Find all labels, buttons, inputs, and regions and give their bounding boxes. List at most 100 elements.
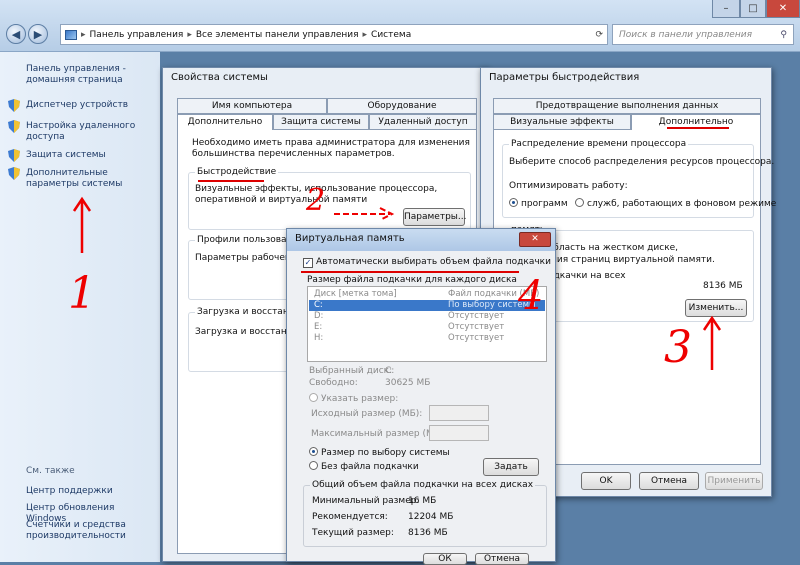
row-disk: D: xyxy=(314,311,324,321)
address-bar[interactable]: ▸ Панель управления ▸ Все элементы панел… xyxy=(60,24,608,45)
close-button[interactable]: ✕ xyxy=(766,0,800,18)
close-button[interactable]: ✕ xyxy=(519,232,551,247)
radio-icon xyxy=(309,461,318,470)
cpu-description: Выберите способ распределения ресурсов п… xyxy=(509,157,775,167)
radio-icon xyxy=(309,393,318,402)
search-input[interactable]: Поиск в панели управления ⚲ xyxy=(612,24,794,45)
window-title: Виртуальная память xyxy=(287,229,555,251)
cancel-button[interactable]: Отмена xyxy=(475,553,529,565)
services-radio[interactable]: служб, работающих в фоновом режиме xyxy=(575,198,776,209)
set-button[interactable]: Задать xyxy=(483,458,539,476)
current-size-value: 8136 МБ xyxy=(408,528,448,538)
selected-disk-value: C: xyxy=(385,366,395,376)
see-also-support-center[interactable]: Центр поддержки xyxy=(26,486,154,497)
annotation-arrow-up-icon xyxy=(72,196,92,253)
tab-computer-name[interactable]: Имя компьютера xyxy=(177,98,327,114)
total-group-title: Общий объем файла подкачки на всех диска… xyxy=(310,480,536,490)
sidebar-home-link[interactable]: Панель управления - домашняя страница xyxy=(26,64,154,86)
breadcrumb-item[interactable]: Панель управления xyxy=(90,30,184,40)
radio-selected-icon xyxy=(509,198,518,207)
table-row[interactable]: D: Отсутствует xyxy=(309,311,545,322)
tab-hardware[interactable]: Оборудование xyxy=(327,98,477,114)
profiles-group-title: Профили пользовате xyxy=(195,235,300,245)
annotation-number-2: 2 xyxy=(306,183,326,218)
back-button[interactable]: ◀ xyxy=(6,24,26,44)
admin-note: Необходимо иметь права администратора дл… xyxy=(192,138,470,159)
custom-size-label: Указать размер: xyxy=(321,394,399,404)
back-arrow-icon: ◀ xyxy=(11,27,21,41)
window-title: Свойства системы xyxy=(171,72,268,83)
cpu-scheduling-group: Распределение времени процессора Выберит… xyxy=(502,139,776,218)
custom-size-radio[interactable]: Указать размер: xyxy=(309,393,398,404)
annotation-number-1: 1 xyxy=(68,268,96,319)
refresh-icon[interactable]: ⟳ xyxy=(595,30,603,40)
initial-size-input[interactable] xyxy=(429,405,489,421)
row-disk: E: xyxy=(314,322,323,332)
current-size-label: Текущий размер: xyxy=(312,528,394,538)
breadcrumb-separator-icon: ▸ xyxy=(187,29,192,40)
annotation-number-3: 3 xyxy=(664,322,692,373)
breadcrumb-item[interactable]: Система xyxy=(371,30,411,40)
annotation-underline xyxy=(301,271,519,273)
row-size: Отсутствует xyxy=(448,322,505,332)
disk-list[interactable]: Диск [метка тома] Файл подкачки (МБ) C: … xyxy=(307,286,547,362)
tab-advanced[interactable]: Дополнительно xyxy=(177,114,273,130)
table-row[interactable]: E: Отсутствует xyxy=(309,322,545,333)
search-placeholder: Поиск в панели управления xyxy=(619,29,752,40)
no-pagefile-radio[interactable]: Без файла подкачки xyxy=(309,461,419,472)
apply-button[interactable]: Применить xyxy=(705,472,763,490)
sidebar-item-remote-access[interactable]: Настройка удаленного доступа xyxy=(26,121,154,143)
forward-button[interactable]: ▶ xyxy=(28,24,48,44)
shield-icon xyxy=(8,167,20,180)
shield-icon xyxy=(8,120,20,133)
sidebar-item-system-protection[interactable]: Защита системы xyxy=(26,150,154,161)
row-size: Отсутствует xyxy=(448,311,505,321)
row-size: Отсутствует xyxy=(448,333,505,343)
table-row[interactable]: H: Отсутствует xyxy=(309,333,545,344)
see-also-title: См. также xyxy=(26,466,75,476)
col-disk-header: Диск [метка тома] xyxy=(314,289,397,299)
breadcrumb-separator-icon: ▸ xyxy=(362,29,368,40)
row-disk: H: xyxy=(314,333,324,343)
vm-total-value: 8136 МБ xyxy=(703,281,743,291)
annotation-arrow-up-icon xyxy=(702,315,722,370)
annotation-underline xyxy=(198,180,264,182)
ok-button[interactable]: OK xyxy=(581,472,631,490)
control-panel-icon xyxy=(65,29,77,40)
performance-settings-button[interactable]: Параметры... xyxy=(403,208,466,226)
see-also-performance-tools[interactable]: Счетчики и средства производительности xyxy=(26,520,154,542)
table-row[interactable]: C: По выбору системы xyxy=(309,300,545,311)
recommended-value: 12204 МБ xyxy=(408,512,454,522)
performance-description: Визуальные эффекты, использование процес… xyxy=(195,184,438,205)
system-size-radio[interactable]: Размер по выбору системы xyxy=(309,447,450,458)
no-pagefile-label: Без файла подкачки xyxy=(321,462,419,472)
tab-data-execution-prevention[interactable]: Предотвращение выполнения данных xyxy=(493,98,761,114)
sidebar-item-device-manager[interactable]: Диспетчер устройств xyxy=(26,100,154,111)
minimize-button[interactable]: – xyxy=(712,0,740,18)
tab-remote-access[interactable]: Удаленный доступ xyxy=(369,114,477,130)
tab-system-protection[interactable]: Защита системы xyxy=(273,114,369,130)
breadcrumb-item[interactable]: Все элементы панели управления xyxy=(196,30,359,40)
explorer-toolbar: – □ ✕ ◀ ▶ ▸ Панель управления ▸ Все элем… xyxy=(0,0,800,52)
search-icon: ⚲ xyxy=(780,29,787,40)
min-size-value: 16 МБ xyxy=(408,496,437,506)
min-size-label: Минимальный размер: xyxy=(312,496,420,506)
virtual-memory-dialog: Виртуальная память ✕ ✓ Автоматически выби… xyxy=(286,228,556,565)
auto-pagefile-checkbox[interactable]: ✓ Автоматически выбирать объем файла подк… xyxy=(303,257,551,268)
max-size-label: Максимальный размер (МБ): xyxy=(311,429,447,439)
selected-disk-label: Выбранный диск: xyxy=(309,366,393,376)
close-icon: ✕ xyxy=(531,234,539,244)
max-size-input[interactable] xyxy=(429,425,489,441)
optimize-label: Оптимизировать работу: xyxy=(509,181,628,191)
programs-radio[interactable]: программ xyxy=(509,198,568,209)
annotation-number-4: 4 xyxy=(518,273,544,319)
cancel-button[interactable]: Отмена xyxy=(639,472,699,490)
maximize-button[interactable]: □ xyxy=(740,0,766,18)
per-disk-label: Размер файла подкачки для каждого диска xyxy=(307,275,517,285)
row-disk: C: xyxy=(314,300,323,310)
sidebar-item-advanced-settings[interactable]: Дополнительные параметры системы xyxy=(26,168,154,190)
tab-visual-effects[interactable]: Визуальные эффекты xyxy=(493,114,631,130)
radio-selected-icon xyxy=(309,447,318,456)
ok-button[interactable]: ОК xyxy=(423,553,467,565)
free-space-value: 30625 МБ xyxy=(385,378,431,388)
